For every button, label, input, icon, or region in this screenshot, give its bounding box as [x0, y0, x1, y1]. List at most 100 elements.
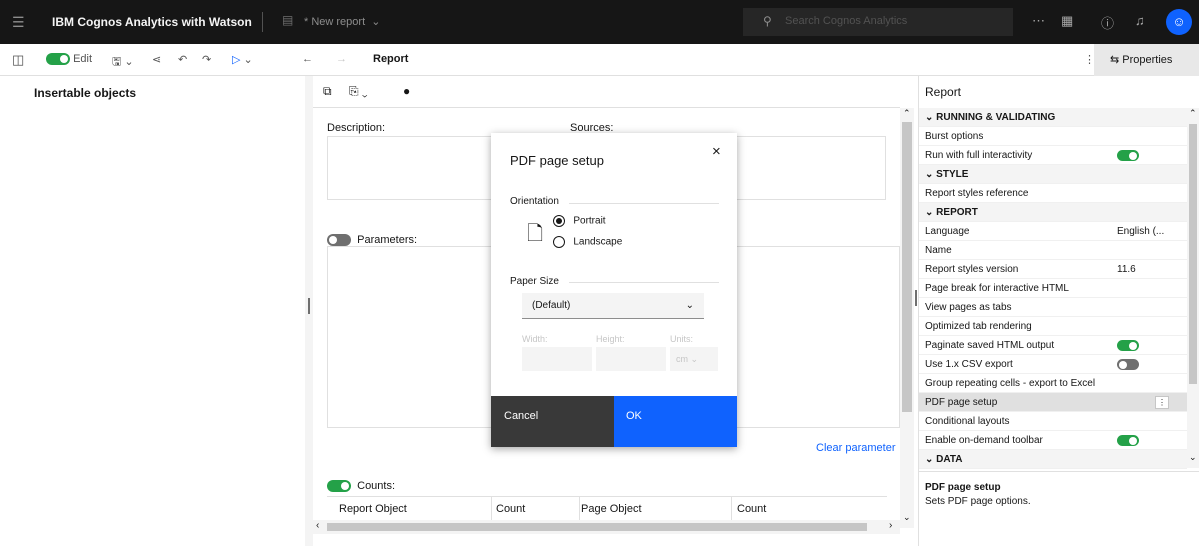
- share-icon[interactable]: ⋖: [152, 53, 161, 66]
- search-box[interactable]: ⚲ Search Cognos Analytics: [743, 8, 1013, 36]
- landscape-option[interactable]: Landscape: [553, 236, 622, 248]
- splitter-grip[interactable]: [915, 290, 917, 306]
- canvas-toolbar: ⧉ ⎘ ⌄ ●: [313, 76, 900, 108]
- clear-parameters-link[interactable]: Clear parameter: [816, 442, 895, 454]
- property-section[interactable]: ⌄ DATA: [919, 450, 1187, 469]
- counts-switch[interactable]: [327, 480, 351, 493]
- undo-icon[interactable]: ↶: [178, 53, 187, 66]
- document-title[interactable]: * New report ⌄: [304, 15, 380, 28]
- height-input[interactable]: [596, 347, 666, 371]
- back-arrow-icon[interactable]: ←: [302, 53, 313, 65]
- copy-icon[interactable]: ⧉: [323, 84, 332, 99]
- ok-label: OK: [626, 410, 642, 422]
- document-title-text: * New report: [304, 16, 366, 28]
- property-row[interactable]: Enable on-demand toolbar: [919, 431, 1187, 450]
- panel-splitter[interactable]: [305, 76, 313, 546]
- help-icon[interactable]: ⓘ: [1101, 13, 1114, 32]
- redo-icon[interactable]: ↷: [202, 53, 211, 66]
- property-row[interactable]: Name: [919, 241, 1187, 260]
- property-toggle[interactable]: [1117, 355, 1139, 374]
- properties-scrollbar[interactable]: ⌃ ⌄: [1187, 108, 1199, 468]
- scrollbar-thumb[interactable]: [902, 122, 912, 412]
- validate-icon[interactable]: ●: [403, 84, 410, 98]
- properties-button[interactable]: ⇆ Properties: [1094, 44, 1199, 76]
- paper-size-select[interactable]: (Default) ⌄: [522, 293, 704, 319]
- width-input[interactable]: [522, 347, 592, 371]
- portrait-option[interactable]: Portrait: [553, 215, 606, 227]
- property-row[interactable]: Language English (...: [919, 222, 1187, 241]
- property-toggle[interactable]: [1117, 336, 1139, 355]
- toggle-switch[interactable]: [1117, 339, 1139, 351]
- parameters-toggle[interactable]: Parameters:: [327, 234, 417, 247]
- properties-panel: Report ⌄ RUNNING & VALIDATING Burst optio…: [918, 76, 1199, 546]
- chevron-down-icon[interactable]: ⌄: [903, 512, 911, 523]
- splitter-grip[interactable]: [308, 298, 310, 314]
- chevron-up-icon[interactable]: ⌃: [903, 108, 911, 119]
- edit-switch[interactable]: [46, 53, 70, 66]
- top-bar: ☰ IBM Cognos Analytics with Watson ▤ * N…: [0, 0, 1199, 44]
- ok-button[interactable]: OK: [614, 396, 737, 447]
- more-icon[interactable]: ⋯: [1032, 13, 1045, 29]
- property-row[interactable]: Page break for interactive HTML: [919, 279, 1187, 298]
- column-divider: [579, 497, 580, 521]
- chevron-right-icon[interactable]: ›: [889, 520, 892, 531]
- property-section[interactable]: ⌄ RUNNING & VALIDATING: [919, 108, 1187, 127]
- toggle-switch[interactable]: [1117, 434, 1139, 446]
- chevron-left-icon[interactable]: ‹: [316, 520, 319, 531]
- landscape-label: Landscape: [573, 236, 623, 248]
- toggle-switch[interactable]: [1117, 358, 1139, 370]
- section-label: REPORT: [936, 207, 978, 218]
- description-label: Description:: [327, 122, 386, 134]
- counts-toggle[interactable]: Counts:: [327, 480, 395, 493]
- property-row[interactable]: PDF page setup ⋮: [919, 393, 1187, 412]
- toggle-panel-icon[interactable]: ◫: [12, 52, 24, 68]
- toggle-switch[interactable]: [1117, 149, 1139, 161]
- properties-title: Report: [925, 85, 962, 99]
- units-select[interactable]: cm ⌄: [670, 347, 718, 371]
- edit-toggle[interactable]: Edit: [46, 53, 92, 66]
- hamburger-menu-icon[interactable]: ☰: [12, 14, 25, 31]
- chevron-down-icon[interactable]: ⌄: [1189, 452, 1197, 463]
- property-row[interactable]: Run with full interactivity: [919, 146, 1187, 165]
- property-label: Name: [925, 245, 952, 256]
- apps-icon[interactable]: ▦: [1061, 13, 1073, 29]
- property-row[interactable]: Conditional layouts: [919, 412, 1187, 431]
- column-header: Count: [496, 503, 526, 515]
- property-section[interactable]: ⌄ STYLE: [919, 165, 1187, 184]
- portrait-radio[interactable]: [553, 215, 565, 227]
- section-label: DATA: [936, 454, 963, 465]
- run-icon[interactable]: ▷ ⌄: [232, 53, 253, 66]
- property-toggle[interactable]: [1117, 431, 1139, 450]
- avatar[interactable]: ☺: [1166, 9, 1192, 35]
- property-row[interactable]: Burst options: [919, 127, 1187, 146]
- forward-arrow-icon[interactable]: →: [336, 53, 347, 65]
- property-section[interactable]: ⌄ REPORT: [919, 203, 1187, 222]
- column-header: Count: [737, 503, 767, 515]
- properties-list: ⌄ RUNNING & VALIDATING Burst options Run w…: [919, 108, 1187, 469]
- scrollbar-thumb[interactable]: [327, 523, 867, 531]
- chevron-up-icon[interactable]: ⌃: [1189, 108, 1197, 119]
- close-icon[interactable]: ×: [712, 143, 721, 160]
- save-icon[interactable]: 🖫 ⌄: [112, 53, 134, 72]
- canvas-vertical-scrollbar[interactable]: ⌃ ⌄: [900, 108, 914, 528]
- property-row[interactable]: Report styles reference: [919, 184, 1187, 203]
- scrollbar-thumb[interactable]: [1189, 124, 1197, 384]
- landscape-radio[interactable]: [553, 236, 565, 248]
- property-row[interactable]: View pages as tabs: [919, 298, 1187, 317]
- notification-icon[interactable]: ♫: [1135, 13, 1145, 28]
- property-row[interactable]: Group repeating cells - export to Excel: [919, 374, 1187, 393]
- property-row[interactable]: Report styles version 11.6: [919, 260, 1187, 279]
- property-toggle[interactable]: [1117, 146, 1139, 165]
- property-label: View pages as tabs: [925, 302, 1012, 313]
- property-row[interactable]: Use 1.x CSV export: [919, 355, 1187, 374]
- parameters-switch[interactable]: [327, 234, 351, 247]
- property-label: Conditional layouts: [925, 416, 1010, 427]
- paste-icon[interactable]: ⎘ ⌄: [349, 84, 368, 99]
- search-input[interactable]: Search Cognos Analytics: [785, 15, 907, 27]
- canvas-horizontal-scrollbar[interactable]: ‹ ›: [313, 520, 900, 534]
- property-label: Burst options: [925, 131, 984, 142]
- edit-property-button[interactable]: ⋮: [1155, 396, 1169, 409]
- property-row[interactable]: Paginate saved HTML output: [919, 336, 1187, 355]
- property-row[interactable]: Optimized tab rendering: [919, 317, 1187, 336]
- cancel-button[interactable]: Cancel: [491, 396, 614, 447]
